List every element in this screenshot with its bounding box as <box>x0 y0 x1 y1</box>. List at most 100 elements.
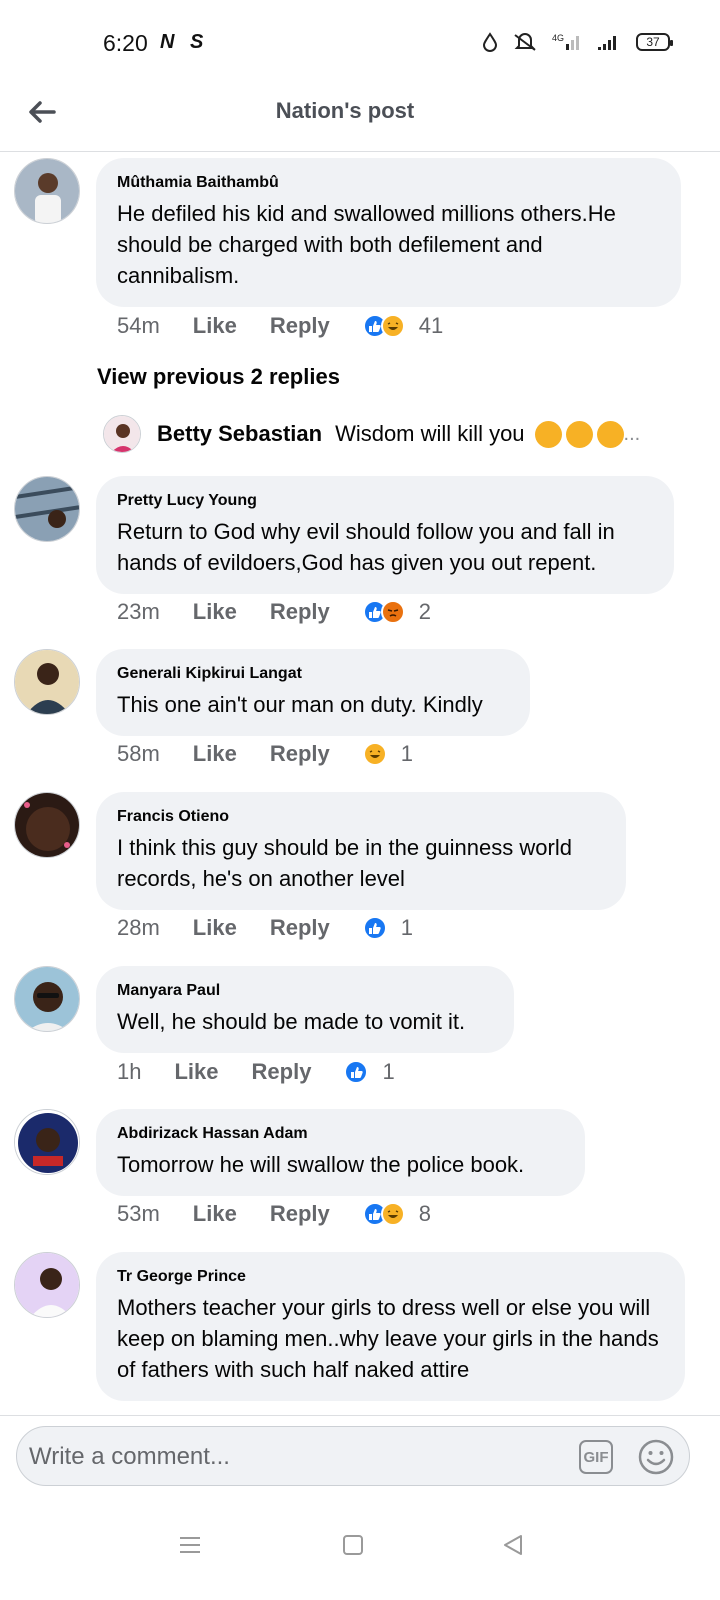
comment-actions: 28m Like Reply 1 <box>117 915 413 941</box>
reply-button[interactable]: Reply <box>270 1201 330 1227</box>
avatar[interactable] <box>14 966 80 1032</box>
battery-icon: 37 <box>636 33 673 51</box>
reaction-count: 1 <box>400 915 413 940</box>
back-triangle-icon <box>504 1535 522 1555</box>
comment-actions: 1h Like Reply 1 <box>117 1059 395 1085</box>
avatar[interactable] <box>14 1252 80 1318</box>
comment-author[interactable]: Pretty Lucy Young <box>117 492 654 510</box>
status-icons: 4G 37 <box>482 32 673 52</box>
menu-icon <box>180 1537 200 1553</box>
signal-bars-icon <box>598 36 616 50</box>
comment-author[interactable]: Abdirizack Hassan Adam <box>117 1125 565 1143</box>
data-saver-icon <box>482 32 498 52</box>
like-reaction-icon <box>362 916 387 940</box>
comment-actions: 23m Like Reply 2 <box>117 599 431 625</box>
avatar[interactable] <box>14 649 80 715</box>
haha-reaction-icon <box>380 314 405 338</box>
avatar[interactable] <box>14 158 80 224</box>
comment-actions: 58m Like Reply 1 <box>117 741 413 767</box>
reply-button[interactable]: Reply <box>270 915 330 941</box>
angry-reaction-icon <box>380 600 405 624</box>
comment-author[interactable]: Francis Otieno <box>117 808 606 826</box>
post-header: Nation's post <box>0 80 720 152</box>
comment-time: 28m <box>117 915 160 940</box>
comment-bubble[interactable]: Pretty Lucy Young Return to God why evil… <box>96 476 674 594</box>
comment-time: 54m <box>117 313 160 338</box>
comment-author[interactable]: Generali Kipkirui Langat <box>117 665 510 683</box>
truncation-ellipsis: ... <box>623 422 641 445</box>
comment-time: 58m <box>117 741 160 766</box>
comment-bubble[interactable]: Tr George Prince Mothers teacher your gi… <box>96 1252 685 1401</box>
haha-reaction-icon <box>380 1202 405 1226</box>
status-bar: 6:20 N S 4G 37 <box>0 0 720 88</box>
reply-button[interactable]: Reply <box>270 599 330 625</box>
reaction-count: 41 <box>418 313 444 338</box>
reply-preview[interactable]: Betty Sebastian Wisdom will kill you ... <box>103 415 703 453</box>
page-title: Nation's post <box>275 98 415 123</box>
comment-time: 1h <box>117 1059 142 1084</box>
like-reaction-icon <box>344 1060 369 1084</box>
reaction-count: 1 <box>382 1059 395 1084</box>
emoji-icon <box>638 1439 674 1475</box>
comment-bubble[interactable]: Manyara Paul Well, he should be made to … <box>96 966 514 1053</box>
comment-text: Mothers teacher your girls to dress well… <box>117 1295 659 1382</box>
avatar[interactable] <box>14 1109 80 1175</box>
gif-button[interactable]: GIF <box>579 1440 613 1474</box>
comment-actions: 53m Like Reply 8 <box>117 1201 431 1227</box>
view-previous-replies-link[interactable]: View previous 2 replies <box>97 364 340 390</box>
reaction-summary[interactable] <box>362 1202 405 1226</box>
haha-reaction-icon <box>362 742 387 766</box>
mute-icon <box>514 33 536 51</box>
comment-bubble[interactable]: Mûthamia Baithambû He defiled his kid an… <box>96 158 681 307</box>
recent-apps-button[interactable] <box>170 1525 210 1565</box>
signal-4g-icon: 4G <box>552 33 579 50</box>
system-back-button[interactable] <box>493 1525 533 1565</box>
comment-time: 53m <box>117 1201 160 1226</box>
like-button[interactable]: Like <box>174 1059 218 1085</box>
comment-actions: 54m Like Reply 41 <box>117 313 443 339</box>
like-button[interactable]: Like <box>193 1201 237 1227</box>
like-button[interactable]: Like <box>193 915 237 941</box>
network-label: 4G <box>552 33 564 43</box>
reply-text: Wisdom will kill you <box>335 421 525 446</box>
reply-author[interactable]: Betty Sebastian <box>157 421 322 447</box>
laughing-emoji-icon <box>596 420 624 448</box>
avatar[interactable] <box>14 476 80 542</box>
reply-button[interactable]: Reply <box>270 313 330 339</box>
reply-button[interactable]: Reply <box>270 741 330 767</box>
like-button[interactable]: Like <box>193 741 237 767</box>
comment-text: Tomorrow he will swallow the police book… <box>117 1152 525 1177</box>
avatar[interactable] <box>14 792 80 858</box>
comment-author[interactable]: Tr George Prince <box>117 1268 665 1286</box>
reaction-summary[interactable] <box>362 314 405 338</box>
like-button[interactable]: Like <box>193 599 237 625</box>
comment-composer-area: GIF <box>0 1415 720 1505</box>
status-time: 6:20 <box>103 30 148 56</box>
like-button[interactable]: Like <box>193 313 237 339</box>
reaction-summary[interactable] <box>362 916 387 940</box>
comment-bubble[interactable]: Abdirizack Hassan Adam Tomorrow he will … <box>96 1109 585 1196</box>
comment-bubble[interactable]: Francis Otieno I think this guy should b… <box>96 792 626 910</box>
comment-input[interactable] <box>27 1435 567 1479</box>
reaction-summary[interactable] <box>362 742 387 766</box>
comment-text: Well, he should be made to vomit it. <box>117 1009 466 1034</box>
comment-author[interactable]: Manyara Paul <box>117 982 494 1000</box>
comment-list[interactable]: Mûthamia Baithambû He defiled his kid an… <box>0 153 720 1415</box>
reaction-count: 2 <box>418 599 431 624</box>
comment-text: This one ain't our man on duty. Kindly <box>117 692 483 717</box>
home-button[interactable] <box>333 1525 373 1565</box>
notification-n-icon: N <box>160 31 175 53</box>
system-nav-bar <box>0 1505 720 1600</box>
reaction-summary[interactable] <box>362 600 405 624</box>
reaction-count: 8 <box>418 1201 431 1226</box>
comment-bubble[interactable]: Generali Kipkirui Langat This one ain't … <box>96 649 530 736</box>
laughing-emoji-icon <box>534 420 562 448</box>
comment-composer[interactable]: GIF <box>16 1426 690 1486</box>
comment-text: He defiled his kid and swallowed million… <box>117 201 616 288</box>
reply-button[interactable]: Reply <box>252 1059 312 1085</box>
reply-avatar[interactable] <box>103 415 141 453</box>
emoji-button[interactable] <box>637 1438 675 1476</box>
comment-time: 23m <box>117 599 160 624</box>
comment-author[interactable]: Mûthamia Baithambû <box>117 174 661 192</box>
reaction-summary[interactable] <box>344 1060 369 1084</box>
